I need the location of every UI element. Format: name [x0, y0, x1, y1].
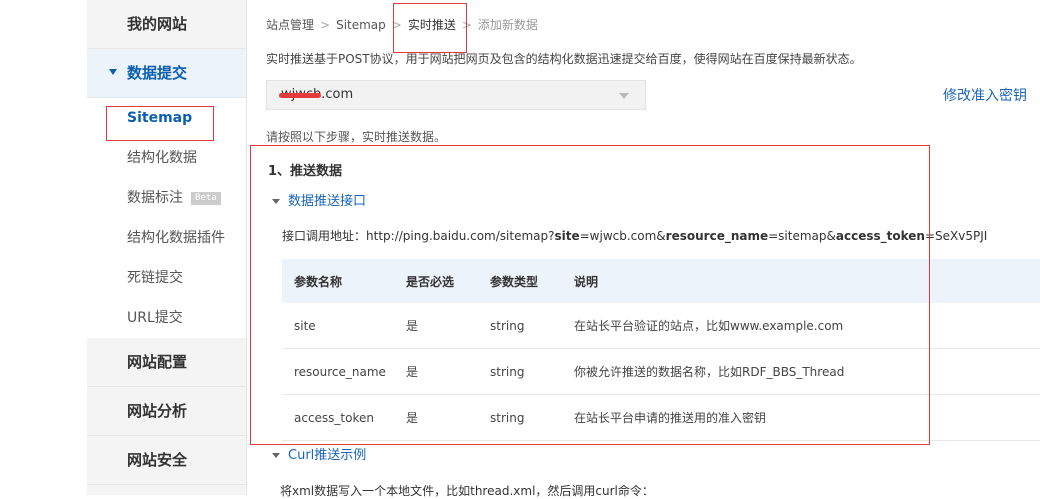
section-title: Curl推送示例 [288, 448, 367, 463]
sidebar: 我的网站 数据提交 Sitemap 结构化数据 数据标注 Beta 结构化数据插件… [87, 0, 247, 495]
api-param-value: =SeXv5PJI [924, 229, 988, 243]
redaction-mark [279, 93, 321, 98]
beta-badge: Beta [191, 191, 221, 205]
sidebar-group-site-security[interactable]: 网站安全 [87, 436, 246, 485]
sidebar-group-my-sites[interactable]: 我的网站 [87, 0, 246, 49]
highlight-box [250, 145, 930, 445]
curl-instructions: 将xml数据写入一个本地文件，比如thread.xml，然后调用curl命令： [280, 484, 654, 498]
steps-intro: 请按照以下步骤，实时推送数据。 [266, 130, 447, 144]
section-toggle-curl-example[interactable]: Curl推送示例 [272, 444, 366, 463]
page-description: 实时推送基于POST协议，用于网站把网页及包含的结构化数据迅速提交给百度，使得网… [266, 52, 862, 66]
site-select[interactable]: wjwcb.com [266, 80, 646, 110]
modify-access-key-link[interactable]: 修改准入密钥 [943, 85, 1027, 105]
sidebar-group-site-analysis[interactable]: 网站分析 [87, 387, 246, 436]
sidebar-group-label: 数据提交 [127, 64, 188, 82]
sidebar-item-url-submit[interactable]: URL提交 [87, 298, 246, 338]
sidebar-group-site-config[interactable]: 网站配置 [87, 338, 246, 387]
caret-down-icon [109, 69, 117, 75]
sidebar-item-structured-data[interactable]: 结构化数据 [87, 138, 246, 178]
sidebar-item-dead-link[interactable]: 死链提交 [87, 258, 246, 298]
sidebar-item-structured-plugin[interactable]: 结构化数据插件 [87, 218, 246, 258]
sidebar-group-data-submit[interactable]: 数据提交 [87, 49, 246, 98]
sidebar-item-data-annotation[interactable]: 数据标注 Beta [87, 178, 246, 218]
breadcrumb-item-site-management[interactable]: 站点管理 [266, 16, 314, 33]
breadcrumb-item-sitemap[interactable]: Sitemap [336, 18, 386, 32]
breadcrumb-item-add-data: 添加新数据 [477, 18, 538, 32]
breadcrumb-separator: > [320, 18, 331, 32]
highlight-box [393, 3, 467, 53]
chevron-down-icon [619, 93, 629, 99]
highlight-box [106, 106, 214, 141]
sidebar-item-label: 数据标注 [127, 190, 183, 206]
caret-down-icon [272, 453, 280, 458]
